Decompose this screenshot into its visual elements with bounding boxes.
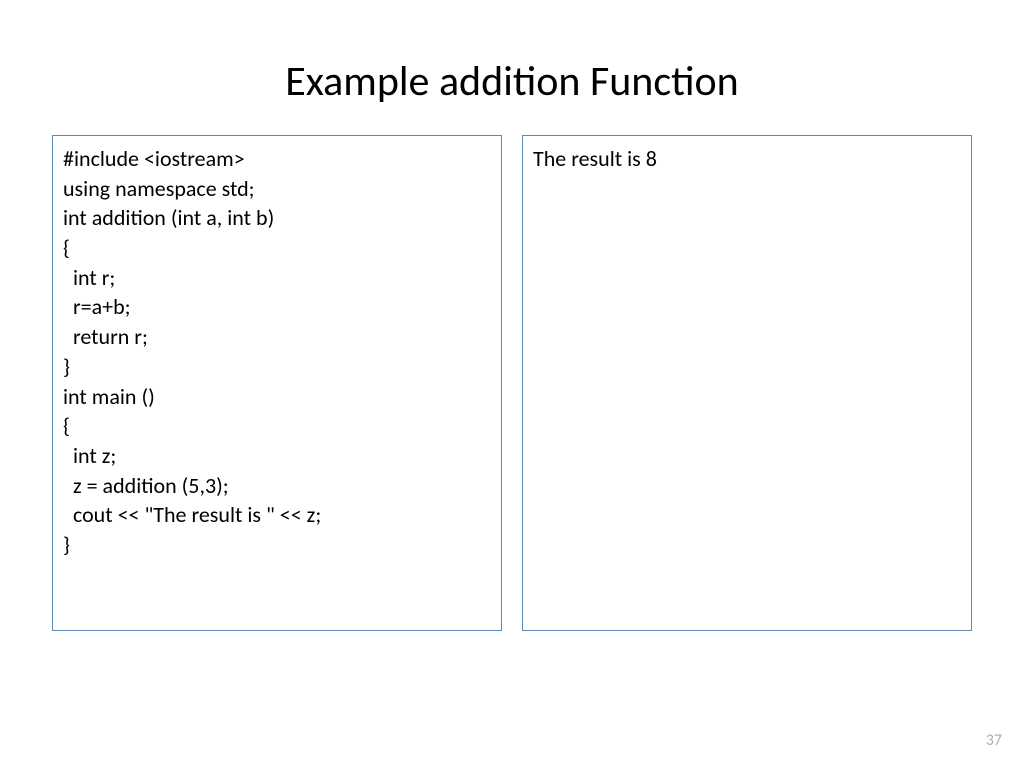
- code-line: int z;: [63, 441, 491, 471]
- code-line: int main (): [63, 382, 491, 412]
- code-line: }: [63, 530, 491, 560]
- code-line: int addition (int a, int b): [63, 203, 491, 233]
- content-area: #include <iostream> using namespace std;…: [0, 135, 1024, 631]
- code-line: z = addition (5,3);: [63, 471, 491, 501]
- code-line: return r;: [63, 322, 491, 352]
- page-number: 37: [986, 731, 1002, 750]
- code-line: {: [63, 233, 491, 263]
- code-line: }: [63, 352, 491, 382]
- code-box: #include <iostream> using namespace std;…: [52, 135, 502, 631]
- code-line: #include <iostream>: [63, 144, 491, 174]
- output-text: The result is 8: [533, 144, 961, 174]
- code-line: int r;: [63, 263, 491, 293]
- code-line: {: [63, 411, 491, 441]
- code-line: cout << "The result is " << z;: [63, 500, 491, 530]
- output-box: The result is 8: [522, 135, 972, 631]
- code-line: r=a+b;: [63, 292, 491, 322]
- code-line: using namespace std;: [63, 174, 491, 204]
- slide-title: Example addition Function: [0, 0, 1024, 135]
